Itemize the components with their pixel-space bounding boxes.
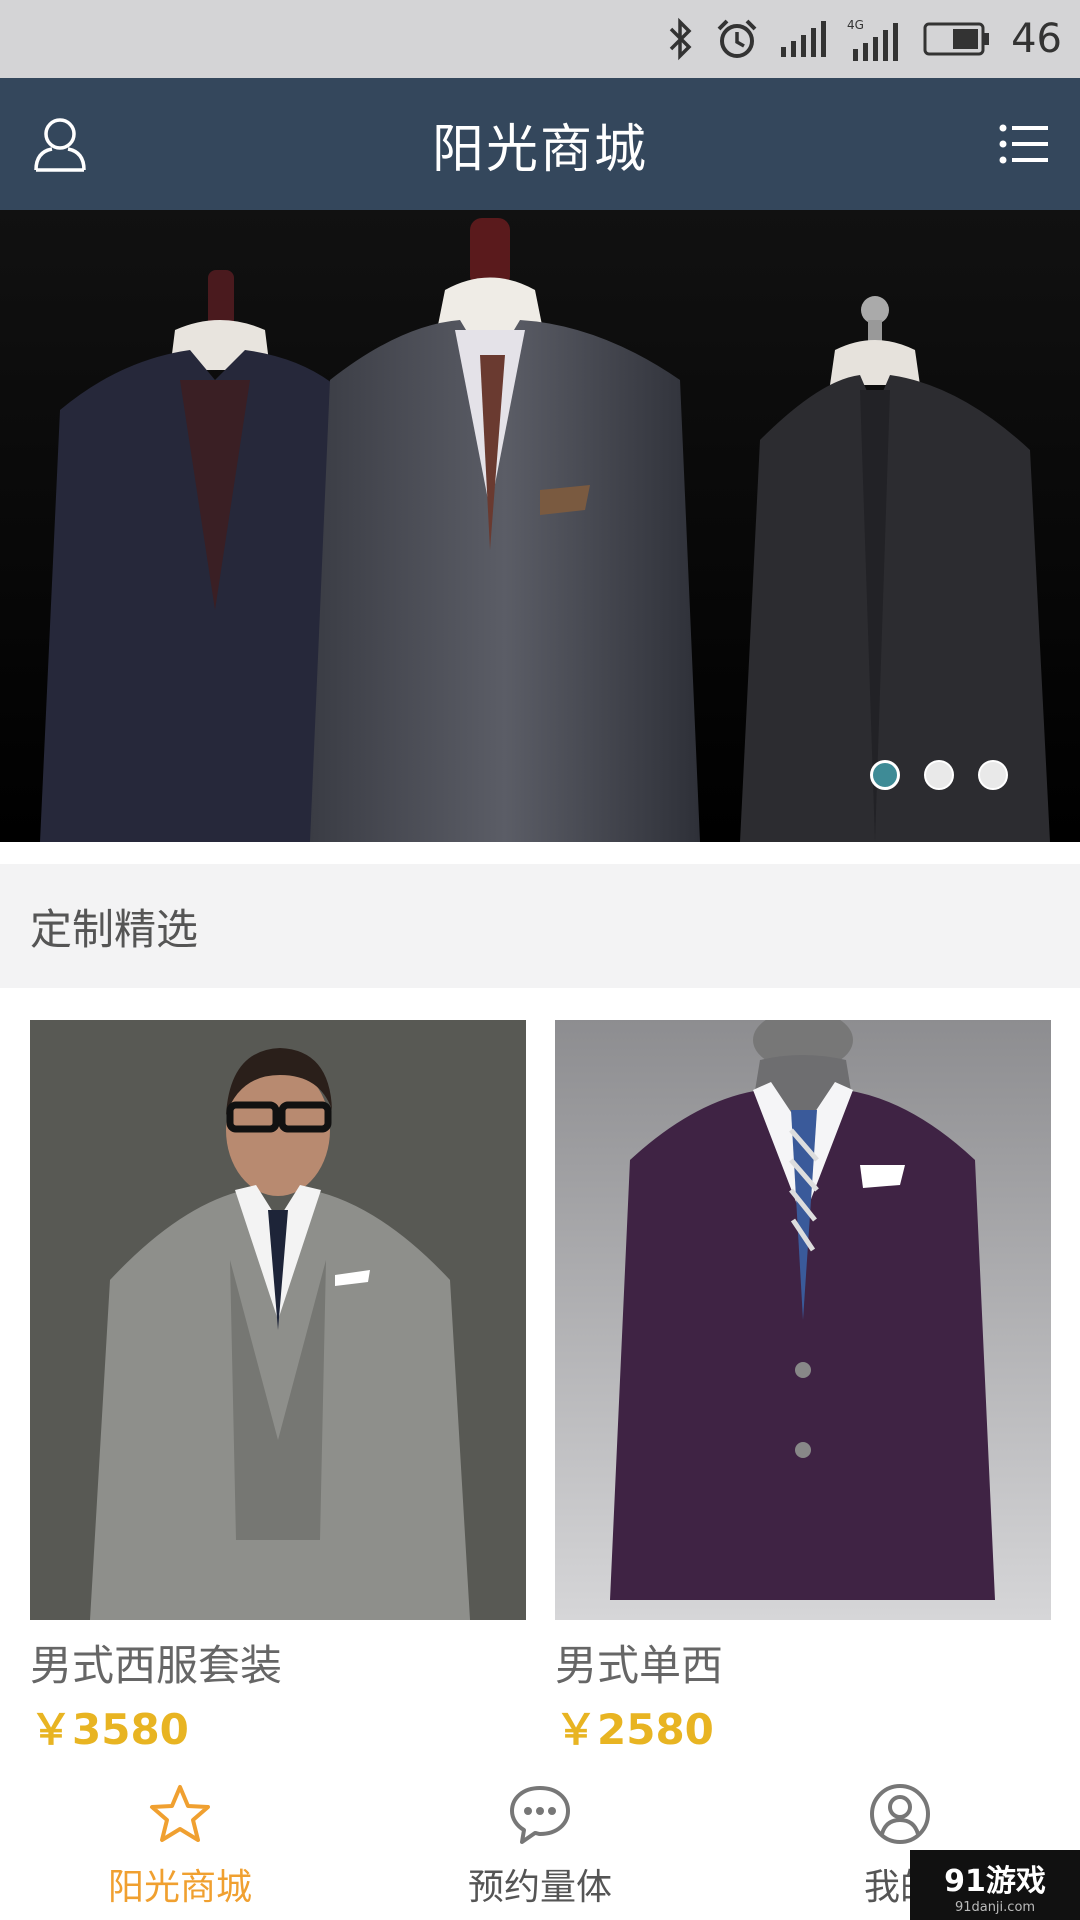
carousel-dot-1[interactable] bbox=[870, 760, 900, 790]
product-card[interactable]: 男式西服套装 ￥3580 bbox=[30, 1020, 526, 1758]
watermark-url: 91danji.com bbox=[954, 1899, 1036, 1915]
section-title: 定制精选 bbox=[30, 904, 199, 954]
product-image[interactable] bbox=[30, 1020, 526, 1620]
bluetooth-icon bbox=[669, 17, 692, 61]
nav-item-shop[interactable]: 阳光商城 bbox=[0, 1760, 360, 1920]
banner-image bbox=[0, 210, 1080, 842]
nav-label: 阳光商城 bbox=[107, 1867, 252, 1908]
status-icons: 4G 46 bbox=[665, 12, 1062, 66]
status-bar: 4G 46 bbox=[0, 0, 1080, 78]
battery-level: 46 bbox=[1011, 16, 1062, 62]
nav-label: 预约量体 bbox=[467, 1867, 612, 1908]
app-header: 阳光商城 bbox=[0, 78, 1080, 210]
product-price: ￥2580 bbox=[555, 1705, 714, 1754]
profile-icon bbox=[870, 1784, 930, 1844]
star-icon bbox=[150, 1785, 210, 1842]
list-menu-icon[interactable] bbox=[998, 118, 1050, 170]
product-name: 男式西服套装 bbox=[30, 1641, 283, 1690]
alarm-icon bbox=[717, 19, 757, 58]
svg-text:4G: 4G bbox=[847, 18, 864, 32]
section-header: 定制精选 bbox=[0, 864, 1080, 988]
carousel-dots bbox=[870, 760, 1008, 790]
product-price: ￥3580 bbox=[30, 1705, 189, 1754]
page-title: 阳光商城 bbox=[431, 119, 648, 180]
watermark-text: 91游戏 bbox=[944, 1863, 1046, 1899]
product-card[interactable]: 男式单西 ￥2580 bbox=[555, 1020, 1051, 1758]
battery-icon bbox=[923, 22, 990, 56]
product-image[interactable] bbox=[555, 1020, 1051, 1620]
4g-signal-icon: 4G bbox=[847, 18, 899, 61]
watermark-logo: 91游戏 91danji.com bbox=[910, 1850, 1080, 1920]
carousel-dot-3[interactable] bbox=[978, 760, 1008, 790]
banner-carousel[interactable] bbox=[0, 210, 1080, 842]
chat-bubble-icon bbox=[510, 1786, 570, 1844]
nav-item-appointment[interactable]: 预约量体 bbox=[360, 1760, 720, 1920]
product-name: 男式单西 bbox=[555, 1641, 724, 1690]
signal-icon bbox=[781, 21, 827, 57]
carousel-dot-2[interactable] bbox=[924, 760, 954, 790]
